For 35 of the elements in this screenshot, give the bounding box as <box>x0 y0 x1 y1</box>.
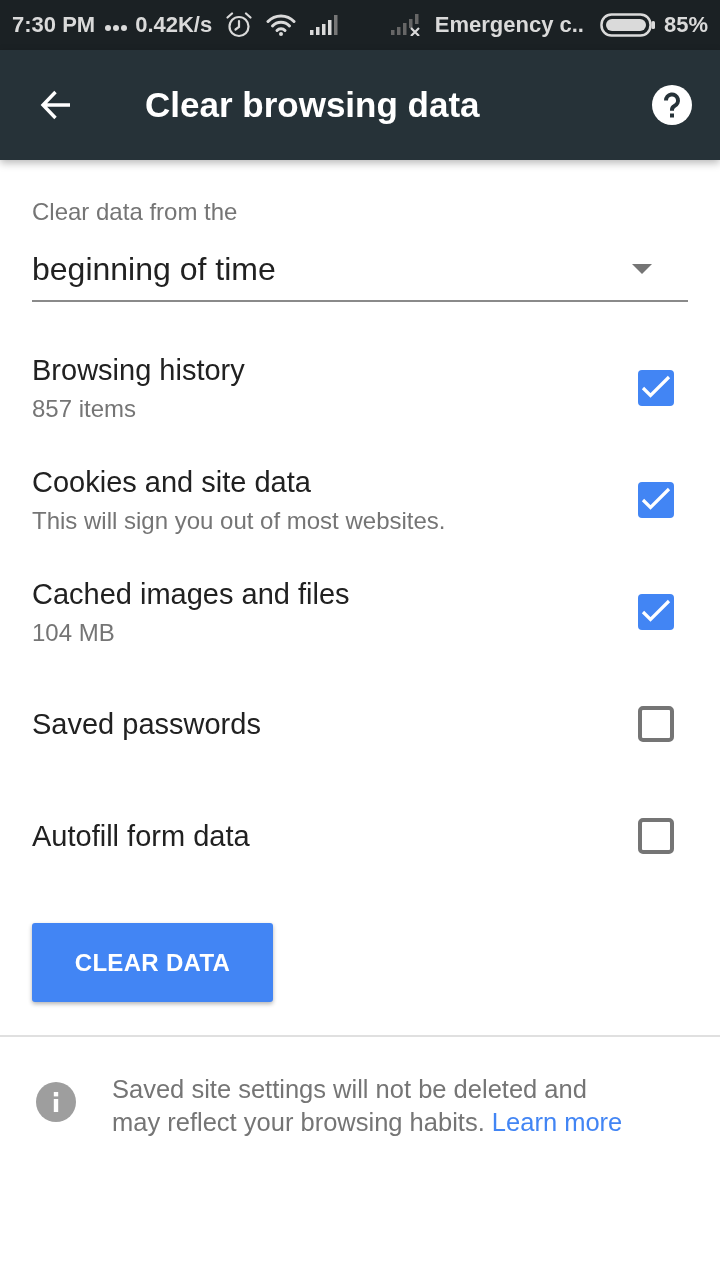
back-button[interactable] <box>40 89 72 121</box>
carrier-name: Emergency c.. <box>434 12 584 38</box>
checkbox[interactable] <box>638 370 674 406</box>
option-title: Saved passwords <box>32 707 262 741</box>
caret-icon <box>632 264 652 274</box>
checkbox[interactable] <box>638 818 674 854</box>
signal-icon <box>310 15 341 35</box>
wifi-icon <box>266 14 297 36</box>
option-title: Browsing history <box>32 353 246 387</box>
help-button[interactable] <box>652 85 692 125</box>
time-range-dropdown[interactable]: beginning of time <box>32 238 688 302</box>
network-speed: 0.42K/s <box>135 12 213 38</box>
back-arrow-icon <box>40 89 72 121</box>
field-label: Clear data from the <box>32 198 239 226</box>
battery-icon <box>599 13 656 37</box>
option-title: Autofill form data <box>32 819 251 853</box>
info-icon <box>36 1082 76 1122</box>
option-title: Cookies and site data <box>32 465 312 499</box>
battery-percent: 85% <box>663 12 708 38</box>
clear-data-button[interactable]: CLEAR DATA <box>32 923 273 1002</box>
checkbox[interactable] <box>638 482 674 518</box>
checkbox[interactable] <box>638 594 674 630</box>
info-note: Saved site settings will not be deleted and may reflect your browsing habits. Learn more <box>112 1074 624 1138</box>
checkbox[interactable] <box>638 706 674 742</box>
status-time: 7:30 PM <box>12 12 96 38</box>
alarm-clock-icon <box>226 12 253 38</box>
no-signal-icon <box>390 14 423 36</box>
option-description: This will sign you out of most websites. <box>32 507 447 535</box>
page-title: Clear browsing data <box>145 85 481 125</box>
dots-icon <box>105 25 128 31</box>
option-description: 857 items <box>32 395 138 423</box>
help-icon <box>652 85 692 125</box>
option-description: 104 MB <box>32 619 116 647</box>
option-title: Cached images and files <box>32 577 351 611</box>
learn-more-link[interactable]: Learn more <box>491 1108 623 1136</box>
